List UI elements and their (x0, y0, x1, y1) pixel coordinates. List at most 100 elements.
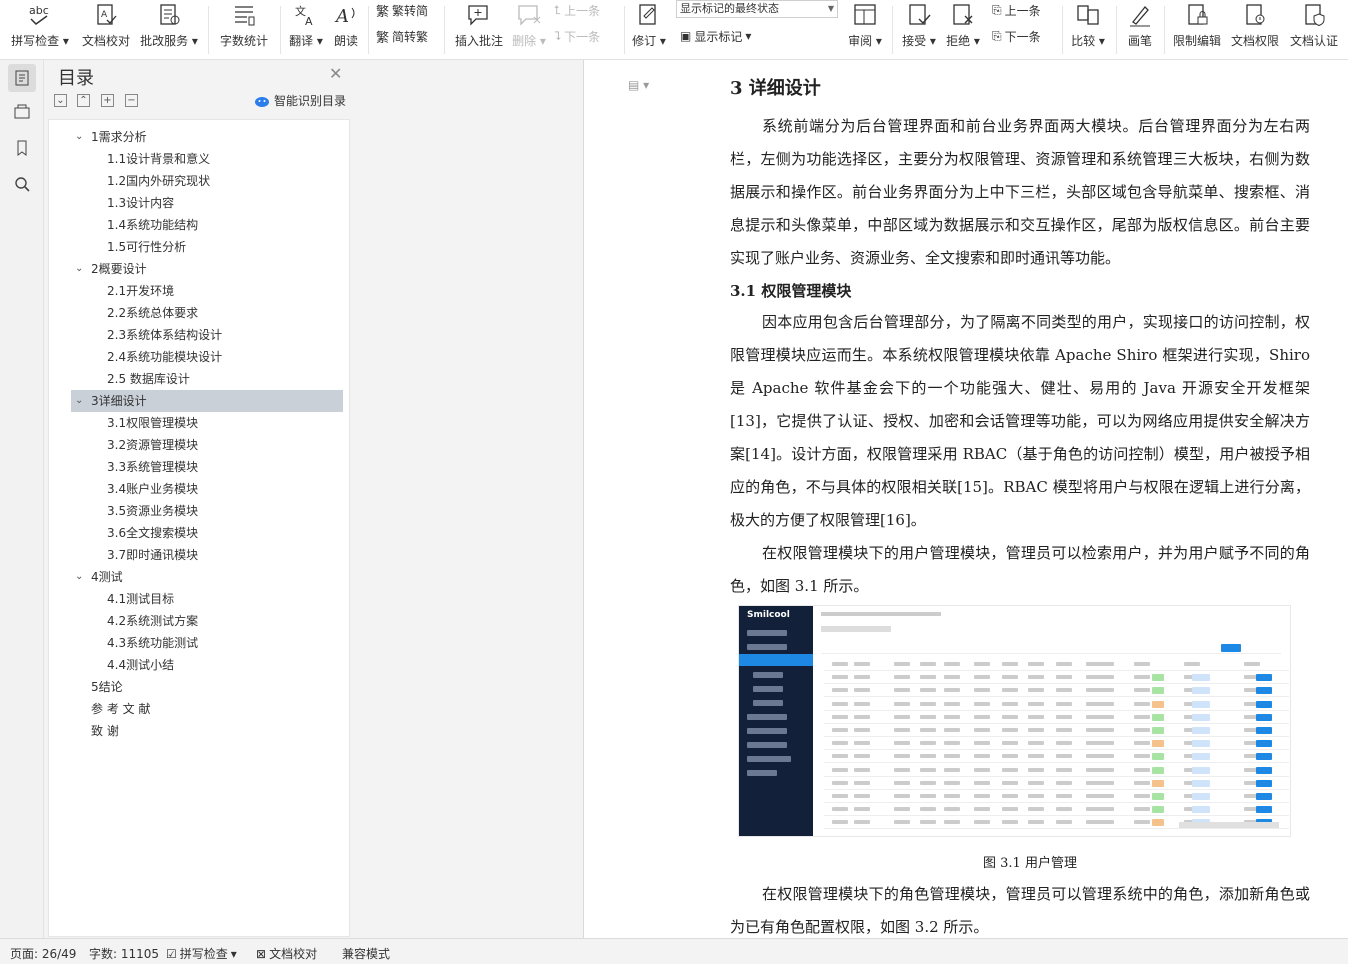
batch-correct-icon (156, 2, 182, 28)
toc-item[interactable]: 4.1测试目标 (71, 588, 343, 610)
toc-item[interactable]: 1.4系统功能结构 (71, 214, 343, 236)
review-button[interactable]: 审阅 ▾ (846, 0, 884, 50)
markup-state-select[interactable]: 显示标记的最终状态 ▼ (676, 0, 838, 18)
check-box-icon: ☑ (166, 946, 177, 961)
trad-to-simp-button[interactable]: 繁繁转简 (376, 0, 428, 20)
toc-item[interactable]: 1.5可行性分析 (71, 236, 343, 258)
toc-item[interactable]: 4.3系统功能测试 (71, 632, 343, 654)
chevron-down-icon: ▼ (827, 4, 834, 13)
figure-table-cell (1134, 741, 1150, 746)
svg-text:A: A (334, 6, 349, 27)
show-markup-button[interactable]: ▣ 显示标记 ▾ (680, 26, 751, 46)
figure-table-cell (1086, 662, 1114, 666)
reject-button[interactable]: 拒绝 ▾ (944, 0, 982, 50)
figure-table-cell (920, 662, 936, 666)
doc-cert-button[interactable]: 文档认证 (1286, 0, 1342, 50)
revise-button[interactable]: 修订 ▾ (630, 0, 668, 50)
expand-up-icon[interactable]: ⌃ (77, 94, 90, 107)
spell-check-status[interactable]: ☑ 拼写检查 ▾ (166, 945, 237, 962)
chevron-down-icon[interactable]: ⌄ (75, 258, 83, 280)
figure-table-cell (1134, 675, 1150, 680)
toc-item[interactable]: 3.5资源业务模块 (71, 500, 343, 522)
prev-change-button[interactable]: ⎘ 上一条 (992, 0, 1041, 20)
toc-item[interactable]: 3.2资源管理模块 (71, 434, 343, 456)
search-nav-button[interactable] (8, 170, 36, 198)
figure-menu-active (739, 654, 813, 666)
spell-check-button[interactable]: abc 拼写检查 ▾ (10, 0, 70, 50)
toc-item[interactable]: ⌄ 3详细设计 (71, 390, 343, 412)
figure-table-cell (832, 794, 848, 798)
toc-item[interactable]: ⌄ 1需求分析 (71, 126, 343, 148)
doc-proof-button[interactable]: A 文档校对 (80, 0, 132, 50)
remove-heading-icon[interactable]: − (125, 94, 138, 107)
toc-item[interactable]: 2.1开发环境 (71, 280, 343, 302)
toc-item[interactable]: 3.1权限管理模块 (71, 412, 343, 434)
chevron-down-icon[interactable]: ⌄ (75, 390, 83, 412)
toc-item-label: 参 考 文 献 (91, 702, 151, 716)
translate-button[interactable]: 文A 翻译 ▾ (286, 0, 326, 50)
next-comment-button[interactable]: ⮧ 下一条 (554, 26, 600, 46)
simp-to-trad-button[interactable]: 繁简转繁 (376, 26, 428, 46)
word-count-button[interactable]: 字数统计 (218, 0, 270, 50)
figure-table-cell (894, 728, 910, 732)
toc-item[interactable]: 2.3系统体系结构设计 (71, 324, 343, 346)
prev-comment-button[interactable]: ⮤ 上一条 (554, 0, 600, 20)
figure-role-tag (1192, 753, 1210, 761)
doc-permission-button[interactable]: 文档权限 (1228, 0, 1282, 50)
figure-table-cell (832, 701, 848, 706)
collapse-all-icon[interactable]: ⌄ (54, 94, 67, 107)
delete-comment-button[interactable]: 删除 ▾ (510, 0, 548, 50)
word-count-indicator[interactable]: 字数: 11105 (89, 945, 159, 962)
figure-table-cell (1028, 714, 1044, 719)
toc-item[interactable]: 4.2系统测试方案 (71, 610, 343, 632)
chevron-down-icon[interactable]: ⌄ (75, 126, 83, 148)
read-aloud-button[interactable]: A 朗读 (330, 0, 362, 50)
toc-item[interactable]: ⌄ 4测试 (71, 566, 343, 588)
toc-item[interactable]: 2.4系统功能模块设计 (71, 346, 343, 368)
toc-item[interactable]: 2.5 数据库设计 (71, 368, 343, 390)
toc-item[interactable]: 致 谢 (71, 720, 343, 742)
bookmark-nav-button[interactable] (8, 134, 36, 162)
chevron-down-icon[interactable]: ⌄ (75, 566, 83, 588)
toc-nav-button[interactable] (8, 64, 36, 92)
toc-item[interactable]: 1.2国内外研究现状 (71, 170, 343, 192)
compare-button[interactable]: 比较 ▾ (1068, 0, 1108, 50)
figure-table-cell (832, 675, 848, 680)
toc-item[interactable]: 3.3系统管理模块 (71, 456, 343, 478)
toc-item[interactable]: 3.6全文搜索模块 (71, 522, 343, 544)
page-indicator[interactable]: 页面: 26/49 (10, 945, 76, 962)
toc-item[interactable]: 2.2系统总体要求 (71, 302, 343, 324)
figure-status-badge (1152, 674, 1164, 682)
figure-table-cell (1056, 780, 1072, 785)
close-icon[interactable]: ✕ (329, 64, 342, 83)
accept-button[interactable]: 接受 ▾ (900, 0, 938, 50)
figure-role-tag (1192, 713, 1210, 721)
toc-item[interactable]: 参 考 文 献 (71, 698, 343, 720)
add-heading-icon[interactable]: + (101, 94, 114, 107)
figure-menu-item (753, 686, 783, 692)
word-count-icon (231, 2, 257, 28)
figure-status-badge (1152, 713, 1164, 721)
doc-proof-status[interactable]: ⊠ 文档校对 (256, 945, 317, 962)
figure-table-cell (894, 741, 910, 746)
pen-button[interactable]: 画笔 (1122, 0, 1158, 50)
batch-service-button[interactable]: 批改服务 ▾ (140, 0, 198, 50)
toc-item[interactable]: 5结论 (71, 676, 343, 698)
figure-table-cell (1056, 728, 1072, 732)
restrict-edit-button[interactable]: 限制编辑 (1170, 0, 1224, 50)
chapter-nav-button[interactable] (8, 98, 36, 126)
page-options-icon[interactable]: ▤ ▾ (628, 78, 649, 92)
next-change-button[interactable]: ⎘ 下一条 (992, 26, 1041, 46)
toc-item[interactable]: 1.3设计内容 (71, 192, 343, 214)
toc-item[interactable]: 1.1设计背景和意义 (71, 148, 343, 170)
insert-comment-button[interactable]: 插入批注 (452, 0, 506, 50)
figure-table-cell (1086, 820, 1114, 825)
toc-item[interactable]: 4.4测试小结 (71, 654, 343, 676)
toc-item[interactable]: 3.7即时通讯模块 (71, 544, 343, 566)
toc-item[interactable]: ⌄ 2概要设计 (71, 258, 343, 280)
figure-table-cell (832, 728, 848, 732)
smart-toc-button[interactable]: 智能识别目录 (254, 92, 346, 109)
toc-item[interactable]: 3.4账户业务模块 (71, 478, 343, 500)
figure-table-row (824, 790, 1289, 803)
figure-table-cell (1056, 767, 1072, 772)
